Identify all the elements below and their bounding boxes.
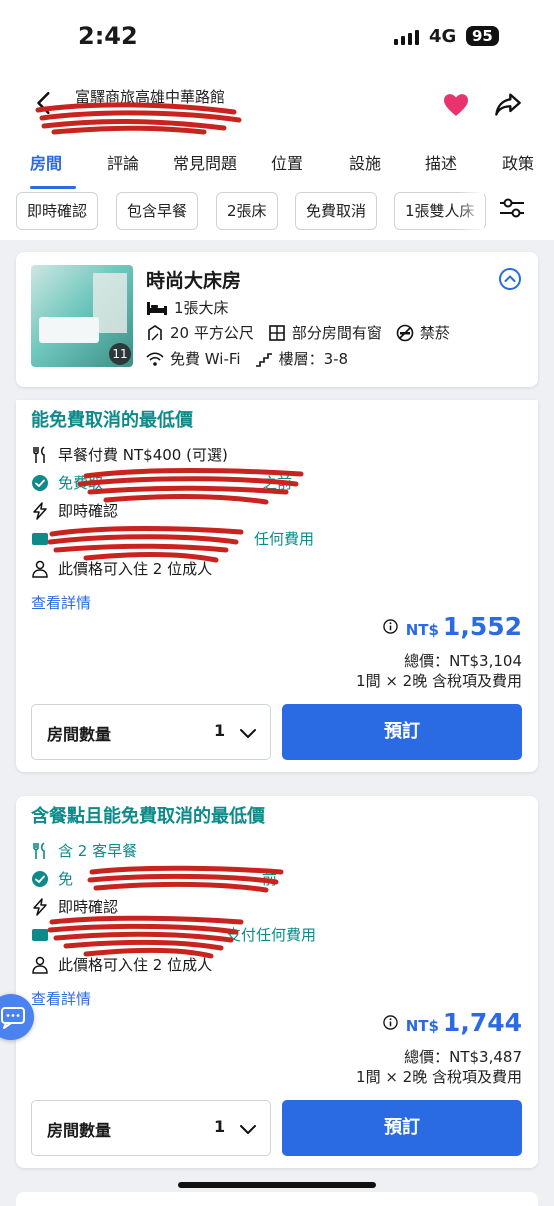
room-size-icon: [148, 324, 162, 340]
bed-icon: [147, 301, 167, 315]
room-card: 11 時尚大床房 1張大床 20 平方公尺 部分房間有窗 禁菸 免費 Wi-Fi…: [16, 252, 538, 387]
rate-option-card: 能免費取消的最低價 早餐付費 NT$400 (可選) 免費取 之前 即時確認 任…: [16, 400, 538, 772]
bed-label: 1張大床: [174, 299, 229, 317]
price-amount: 1,744: [442, 1008, 522, 1037]
photo-count-badge: 11: [109, 343, 131, 365]
breakfast-icon: [33, 841, 45, 859]
filter-chip-breakfast[interactable]: 包含早餐: [116, 192, 199, 230]
window-icon: [269, 324, 285, 341]
book-button[interactable]: 預訂: [282, 704, 522, 760]
room-size-info: 20 平方公尺 部分房間有窗 禁菸: [146, 322, 450, 343]
instant-confirm-label: 即時確認: [58, 502, 119, 520]
chevron-down-icon: [240, 1125, 256, 1134]
redaction-scribble: [47, 915, 244, 959]
window-label: 部分房間有窗: [291, 324, 382, 342]
book-button[interactable]: 預訂: [282, 1100, 522, 1156]
stay-summary: 1間 × 2晚 含稅項及費用: [356, 672, 522, 690]
room-wifi-info: 免費 Wi-Fi 樓層：3-8: [146, 348, 348, 369]
redaction-scribble: [35, 102, 242, 135]
favorite-heart-icon[interactable]: [442, 93, 470, 117]
room-size-label: 20 平方公尺: [170, 324, 254, 342]
network-type: 4G: [429, 26, 457, 47]
battery-level: 95: [466, 26, 499, 46]
room-quantity-select[interactable]: 房間數量 1: [31, 1100, 271, 1156]
cellular-signal-icon: [394, 30, 419, 45]
view-details-link[interactable]: 查看詳情: [31, 592, 91, 613]
chat-support-button[interactable]: [0, 994, 34, 1040]
filter-chip-free-cancel[interactable]: 免費取消: [295, 192, 378, 230]
rate-option-card: 含餐點且能免費取消的最低價 含 2 客早餐 免 前 即時確認 支付任何費用 此價…: [16, 796, 538, 1168]
breakfast-feature: 早餐付費 NT$400 (可選): [31, 444, 228, 465]
chip-fade: [458, 190, 484, 240]
wifi-label: 免費 Wi-Fi: [170, 350, 241, 368]
share-icon[interactable]: [494, 90, 522, 118]
info-icon[interactable]: [382, 619, 398, 634]
check-circle-icon: [32, 474, 48, 491]
total-price: 總價：NT$3,487: [404, 1048, 522, 1066]
nightly-price: NT$ 1,552: [382, 612, 522, 641]
page-header: 富驛商旅高雄中華路館 房間 評論 常見問題 位置 設施 描述 政策: [0, 70, 554, 191]
chat-bubble-icon: [1, 1007, 25, 1029]
room-quantity-label: 房間數量: [47, 1121, 112, 1140]
tab-faq[interactable]: 常見問題: [173, 150, 237, 174]
total-price: 總價：NT$3,104: [404, 652, 522, 670]
instant-confirm-feature: 即時確認: [31, 500, 118, 521]
tab-location[interactable]: 位置: [271, 150, 303, 174]
person-icon: [32, 560, 48, 578]
occupancy-feature: 此價格可入住 2 位成人: [31, 558, 212, 579]
price-currency: NT$: [405, 621, 439, 639]
breakfast-icon: [33, 445, 45, 463]
person-icon: [32, 956, 48, 974]
check-circle-icon: [32, 870, 48, 887]
filter-chip-two-beds[interactable]: 2張床: [216, 192, 278, 230]
tab-reviews[interactable]: 評論: [107, 150, 139, 174]
section-tabs: 房間 評論 常見問題 位置 設施 描述 政策: [0, 148, 554, 191]
wifi-icon: [146, 351, 164, 366]
tab-description[interactable]: 描述: [425, 150, 457, 174]
room-quantity-select[interactable]: 房間數量 1: [31, 704, 271, 760]
room-title: 時尚大床房: [146, 270, 242, 292]
nightly-price: NT$ 1,744: [382, 1008, 522, 1037]
rate-title: 能免費取消的最低價: [31, 410, 193, 431]
smoking-label: 禁菸: [419, 324, 450, 342]
payment-label: 任何費用: [254, 530, 315, 548]
filter-settings-icon[interactable]: [498, 196, 526, 220]
lightning-icon: [33, 501, 47, 520]
clock: 2:42: [78, 22, 138, 50]
active-tab-indicator: [30, 186, 76, 189]
status-bar: 2:42 4G 95: [0, 0, 554, 70]
occupancy-feature: 此價格可入住 2 位成人: [31, 954, 212, 975]
breakfast-label: 早餐付費 NT$400 (可選): [58, 446, 228, 464]
tab-rooms[interactable]: 房間: [30, 150, 62, 174]
price-currency: NT$: [405, 1017, 439, 1035]
floor-label: 樓層：3-8: [278, 350, 349, 368]
info-icon[interactable]: [382, 1015, 398, 1030]
breakfast-label: 含 2 客早餐: [58, 842, 138, 860]
filter-chip-instant-confirm[interactable]: 即時確認: [16, 192, 99, 230]
occupancy-label: 此價格可入住 2 位成人: [58, 956, 213, 974]
stay-summary: 1間 × 2晚 含稅項及費用: [356, 1068, 522, 1086]
cancellation-label-start: 免: [58, 870, 74, 888]
chevron-down-icon: [240, 729, 256, 738]
price-amount: 1,552: [442, 612, 522, 641]
collapse-chevron-icon[interactable]: [498, 267, 522, 291]
room-quantity-label: 房間數量: [47, 725, 112, 744]
stairs-icon: [255, 352, 272, 367]
next-card-edge: [16, 1192, 538, 1206]
breakfast-feature: 含 2 客早餐: [31, 840, 137, 861]
tab-policy[interactable]: 政策: [502, 150, 534, 174]
room-quantity-value: 1: [214, 1117, 226, 1136]
occupancy-label: 此價格可入住 2 位成人: [58, 560, 213, 578]
no-smoking-icon: [396, 324, 414, 341]
view-details-link[interactable]: 查看詳情: [31, 988, 91, 1009]
room-photo[interactable]: 11: [31, 265, 133, 367]
room-quantity-value: 1: [214, 721, 226, 740]
home-indicator: [178, 1182, 376, 1188]
tab-facilities[interactable]: 設施: [349, 150, 381, 174]
room-bed-info: 1張大床: [146, 297, 229, 318]
filter-chips: 即時確認 包含早餐 2張床 免費取消 1張雙人床: [0, 190, 554, 240]
rate-title: 含餐點且能免費取消的最低價: [31, 806, 265, 827]
